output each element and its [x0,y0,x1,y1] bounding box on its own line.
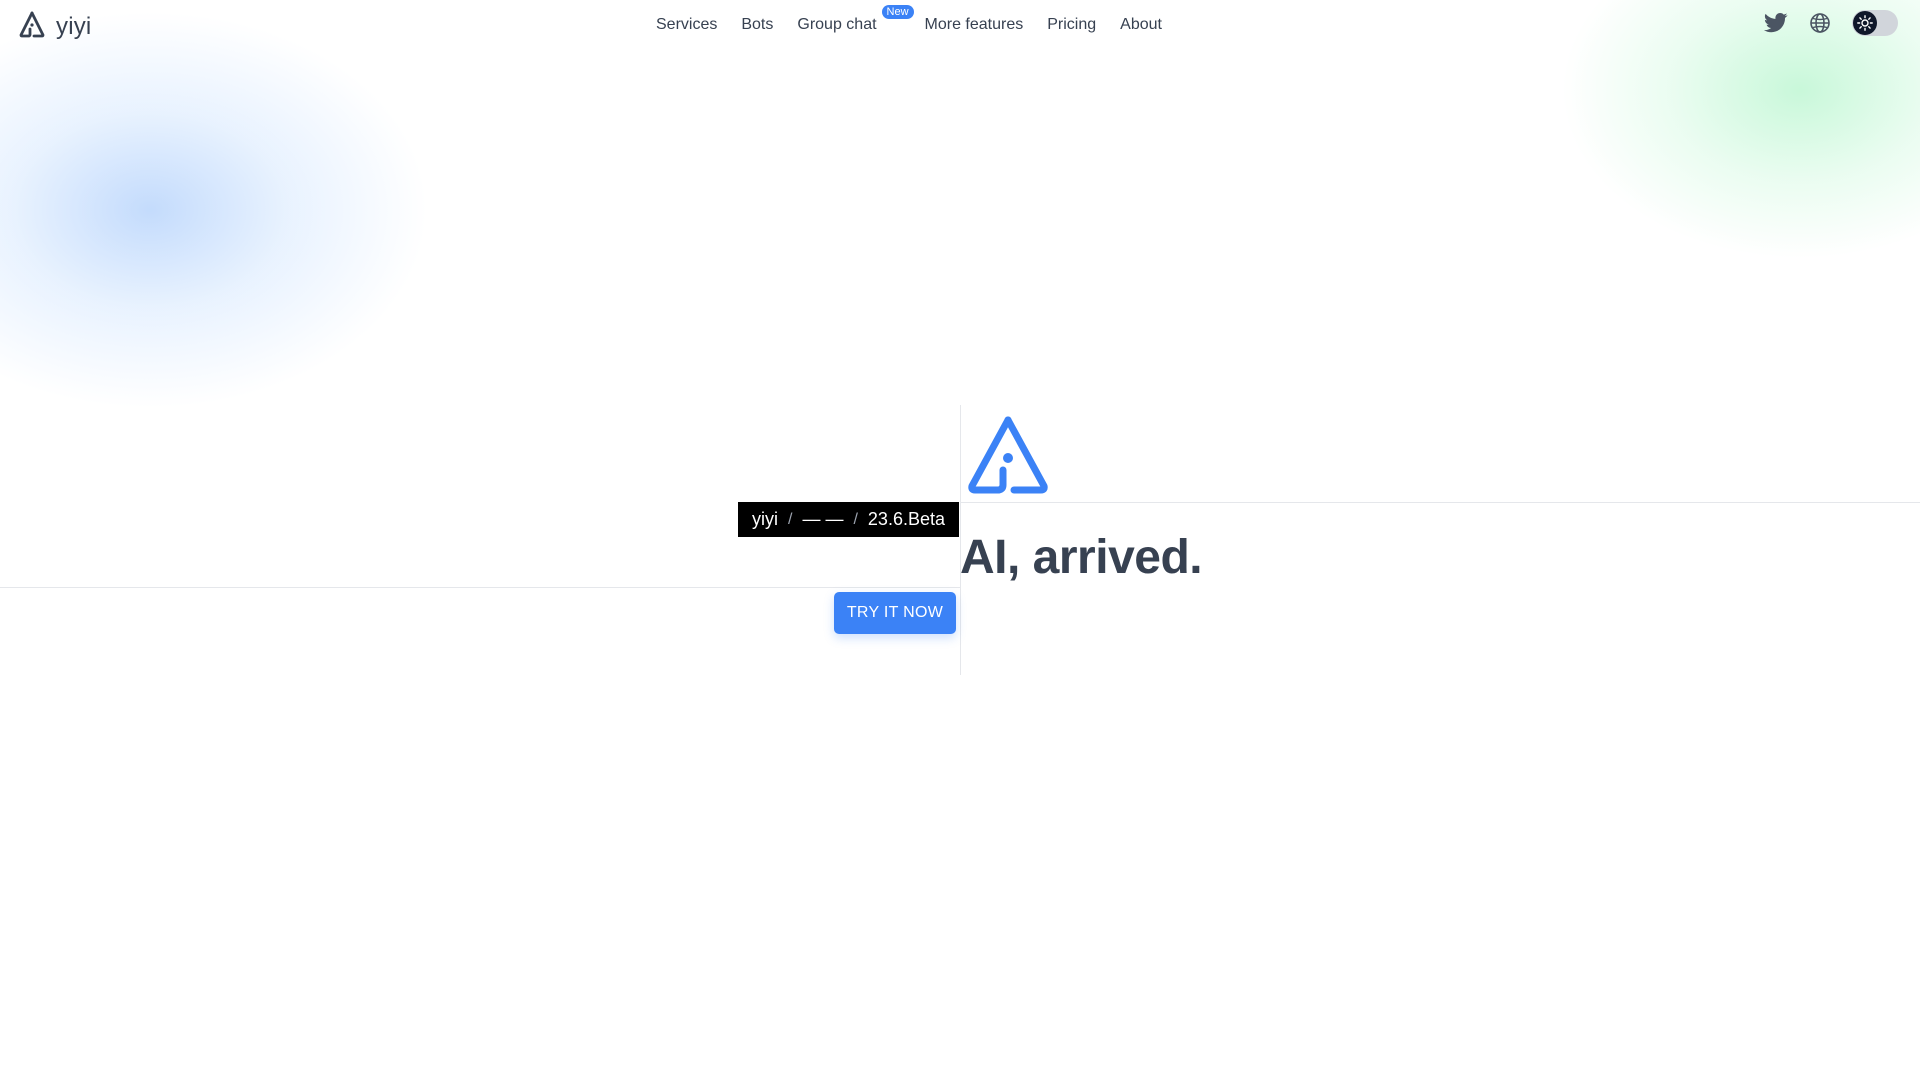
nav-item-bots[interactable]: Bots [741,16,773,34]
nav-item-about[interactable]: About [1120,16,1162,34]
header-actions [1764,10,1898,36]
yiyi-logo-icon [18,10,46,43]
theme-toggle[interactable] [1852,10,1898,36]
hero-bottom-divider [0,587,960,588]
try-it-now-button[interactable]: TRY IT NOW [834,592,956,634]
brand-home-link[interactable]: yiyi [18,10,91,43]
version-middle: — — [802,509,844,529]
version-release: 23.6.Beta [867,509,945,529]
hero-headline: AI, arrived. [960,531,1203,584]
nav-item-services[interactable]: Services [656,16,717,34]
version-bar: yiyi / — — / 23.6.Beta [738,502,959,537]
main-nav: Services Bots Group chat New More featur… [656,0,1162,50]
globe-icon[interactable] [1808,11,1832,35]
landing-page: yiyi Services Bots Group chat New More f… [0,0,1920,1080]
nav-item-more-features[interactable]: More features [925,16,1024,34]
nav-item-pricing[interactable]: Pricing [1047,16,1096,34]
version-separator: / [853,510,858,528]
hero-top-divider [960,502,1920,503]
brand-name: yiyi [56,12,92,40]
background-glow-blue [0,10,430,410]
hero-logo-icon [966,414,1050,496]
twitter-icon[interactable] [1764,11,1788,35]
site-header: yiyi Services Bots Group chat New More f… [0,0,1920,50]
nav-item-group-chat-label: Group chat [797,16,877,33]
new-badge: New [881,5,914,19]
version-separator: / [788,510,793,528]
nav-item-group-chat[interactable]: Group chat New [797,5,914,34]
version-product-name: yiyi [752,509,778,529]
sun-icon [1853,11,1877,35]
